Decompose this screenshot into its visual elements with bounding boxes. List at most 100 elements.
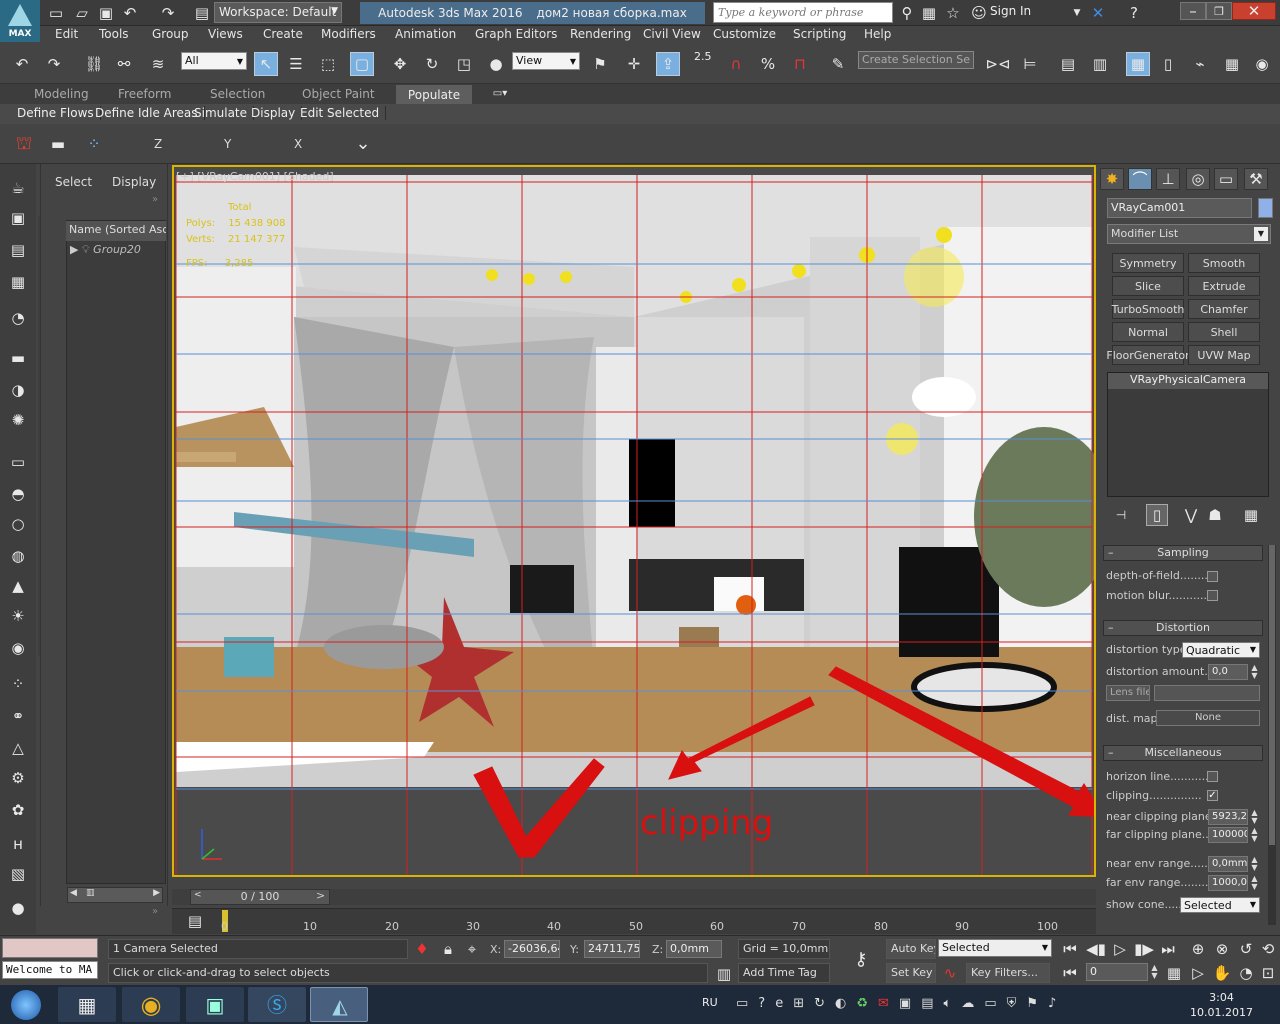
sound-icon[interactable]: ◑ (6, 378, 30, 402)
x-coordinate-field[interactable]: -26036,649 (504, 940, 560, 958)
sign-in-link[interactable]: Sign In (990, 4, 1031, 18)
modifier-list-dropdown[interactable]: Modifier List ▼ (1107, 224, 1271, 244)
next-frame-icon[interactable]: > (316, 889, 325, 902)
ribbon-tab-populate[interactable]: Populate (396, 85, 472, 104)
snap-grid-icon[interactable]: ⁘ (80, 130, 108, 158)
menu-item-edit[interactable]: Edit (55, 27, 78, 41)
isolate-selection-icon[interactable]: ♦ (414, 940, 430, 958)
pin-stack-icon[interactable]: ⊣ (1112, 506, 1130, 524)
app-logo[interactable]: MAX (0, 0, 40, 42)
percent-snap-icon[interactable]: % (756, 52, 780, 76)
teapot-icon[interactable]: ☕ (6, 176, 30, 200)
clipping-checkbox[interactable]: ✓ (1207, 790, 1218, 801)
info-center-icon[interactable]: ▦ (920, 4, 938, 22)
far-clipping-spinner[interactable]: ▲ ▼ (1250, 827, 1259, 843)
show-end-result-icon[interactable]: ▯ (1146, 504, 1168, 526)
redo-icon[interactable]: ↷ (158, 3, 178, 23)
current-frame-field[interactable]: 0 (1086, 963, 1148, 981)
select-manipulate-icon[interactable]: ✛ (622, 52, 646, 76)
sun-icon[interactable]: ☀ (6, 604, 30, 628)
near-clipping-field[interactable]: 5923,2- (1208, 809, 1248, 825)
distortion-amount-spinner[interactable]: ▲ ▼ (1250, 664, 1259, 680)
collapse-chevron-icon[interactable]: ⌄ (350, 130, 376, 158)
current-frame-spinner[interactable]: ▲ ▼ (1150, 964, 1159, 980)
time-tag-icon[interactable]: ▥ (716, 966, 732, 982)
sampling-rollout-header[interactable]: – Sampling (1103, 545, 1263, 561)
tray-edge-icon[interactable]: e (775, 996, 783, 1014)
spinner-snap-icon[interactable]: ⊓ (788, 52, 812, 76)
menu-item-civil-view[interactable]: Civil View (643, 27, 701, 41)
distortion-type-dropdown[interactable]: Quadratic ▼ (1182, 642, 1260, 658)
workspace-dropdown[interactable]: Workspace: Default ▼ (214, 2, 342, 23)
key-mode-toggle-icon[interactable]: ⏮ (1060, 964, 1080, 982)
modifier-button-chamfer[interactable]: Chamfer (1188, 299, 1260, 319)
search-input[interactable]: Type a keyword or phrase (713, 2, 893, 23)
restore-icon[interactable]: ❐ (1206, 2, 1232, 20)
ribbon-button-define-idle-areas[interactable]: Define Idle Areas (95, 106, 205, 120)
select-by-name-icon[interactable]: ☰ (284, 52, 308, 76)
expand-triangle-icon[interactable]: ▶ (70, 243, 82, 256)
tray-speaker-icon[interactable]: 🔈︎ (944, 996, 952, 1014)
lightbulb-icon[interactable]: 💡︎ (82, 243, 93, 256)
near-clipping-spinner[interactable]: ▲ ▼ (1250, 809, 1259, 825)
save-icon[interactable]: ▣ (96, 3, 116, 23)
object-name-field[interactable]: VRayCam001 (1107, 198, 1252, 218)
curve-editor-icon[interactable]: ▯ (1156, 52, 1180, 76)
plant-icon[interactable]: ✿ (6, 798, 30, 822)
project-folder-icon[interactable]: ▤ (192, 3, 212, 23)
make-unique-icon[interactable]: ⋁ (1182, 506, 1200, 524)
time-configuration-icon[interactable]: ▦ (1164, 964, 1184, 982)
user-icon[interactable]: ☺ (970, 4, 988, 22)
tray-shield-icon[interactable]: ⛨ (1007, 996, 1017, 1014)
absolute-mode-icon[interactable]: ⌖ (464, 940, 480, 958)
dots-icon[interactable]: ⁘ (6, 672, 30, 696)
go-to-start-icon[interactable]: ⏮ (1060, 940, 1080, 958)
taskbar-clock[interactable]: 3:04 10.01.2017 (1190, 990, 1253, 1020)
hair-icon[interactable]: ʜ (6, 832, 30, 856)
ribbon-tab-freeform[interactable]: Freeform (118, 87, 171, 101)
zoom-icon[interactable]: ⊕ (1188, 940, 1208, 958)
near-env-field[interactable]: 0,0mm (1208, 856, 1248, 872)
undo-icon[interactable]: ↶ (10, 52, 34, 76)
ribbon-button-simulate[interactable]: Simulate (194, 106, 255, 120)
scroll-right-icon[interactable]: ▶ (153, 888, 160, 898)
ribbon-tab-selection[interactable]: Selection (210, 87, 265, 101)
roll-icon[interactable]: ⟲ (1258, 940, 1278, 958)
new-file-icon[interactable]: ▭ (46, 3, 66, 23)
edit-named-selection-icon[interactable]: ✎ (826, 52, 850, 76)
redo-icon[interactable]: ↷ (42, 52, 66, 76)
menu-item-scripting[interactable]: Scripting (793, 27, 846, 41)
pivot-center-icon[interactable]: ⚑ (588, 52, 612, 76)
menu-item-tools[interactable]: Tools (99, 27, 129, 41)
window-crossing-icon[interactable]: ▢ (350, 52, 374, 76)
key-filters-button[interactable]: Key Filters... (966, 963, 1050, 983)
key-tangent-icon[interactable]: ∿ (940, 964, 960, 982)
angle-snap-icon[interactable]: ∩ (724, 52, 748, 76)
remove-modifier-icon[interactable]: ☗ (1206, 506, 1224, 524)
light-lister-icon[interactable]: ◔ (6, 306, 30, 330)
y-coordinate-field[interactable]: 24711,754 (584, 940, 640, 958)
z-coordinate-field[interactable]: 0,0mm (666, 940, 722, 958)
unlink-icon[interactable]: ⚯ (112, 52, 136, 76)
menu-item-views[interactable]: Views (208, 27, 243, 41)
far-env-field[interactable]: 1000,0 (1208, 875, 1248, 891)
graphite-toggle-icon[interactable]: ▥ (1088, 52, 1112, 76)
add-time-tag-button[interactable]: Add Time Tag (738, 963, 830, 983)
menu-item-customize[interactable]: Customize (713, 27, 776, 41)
far-clipping-field[interactable]: 100000 (1208, 827, 1248, 843)
tray-volume-icon[interactable]: ♪ (1048, 996, 1056, 1014)
maxscript-mini-listener[interactable]: Welcome to MA (2, 961, 98, 979)
distortion-amount-field[interactable]: 0,0 (1208, 664, 1248, 680)
layer-manager-icon[interactable]: ▤ (1056, 52, 1080, 76)
taskbar-task-manager[interactable]: ▣ (186, 987, 244, 1022)
rotate-icon[interactable]: ↻ (420, 52, 444, 76)
pan-hand-icon[interactable]: ✋ (1212, 964, 1232, 982)
placement-icon[interactable]: ● (484, 52, 508, 76)
create-tab-icon[interactable]: ✸ (1100, 168, 1124, 190)
object-color-swatch[interactable] (1258, 198, 1273, 218)
utilities-tab-icon[interactable]: ⚒ (1244, 168, 1268, 190)
render-frame-icon[interactable]: ▣ (6, 206, 30, 230)
hemisphere-icon[interactable]: ◓ (6, 482, 30, 506)
modifier-button-uvw map[interactable]: UVW Map (1188, 345, 1260, 365)
previous-frame-icon[interactable]: ◀▮ (1086, 940, 1106, 958)
